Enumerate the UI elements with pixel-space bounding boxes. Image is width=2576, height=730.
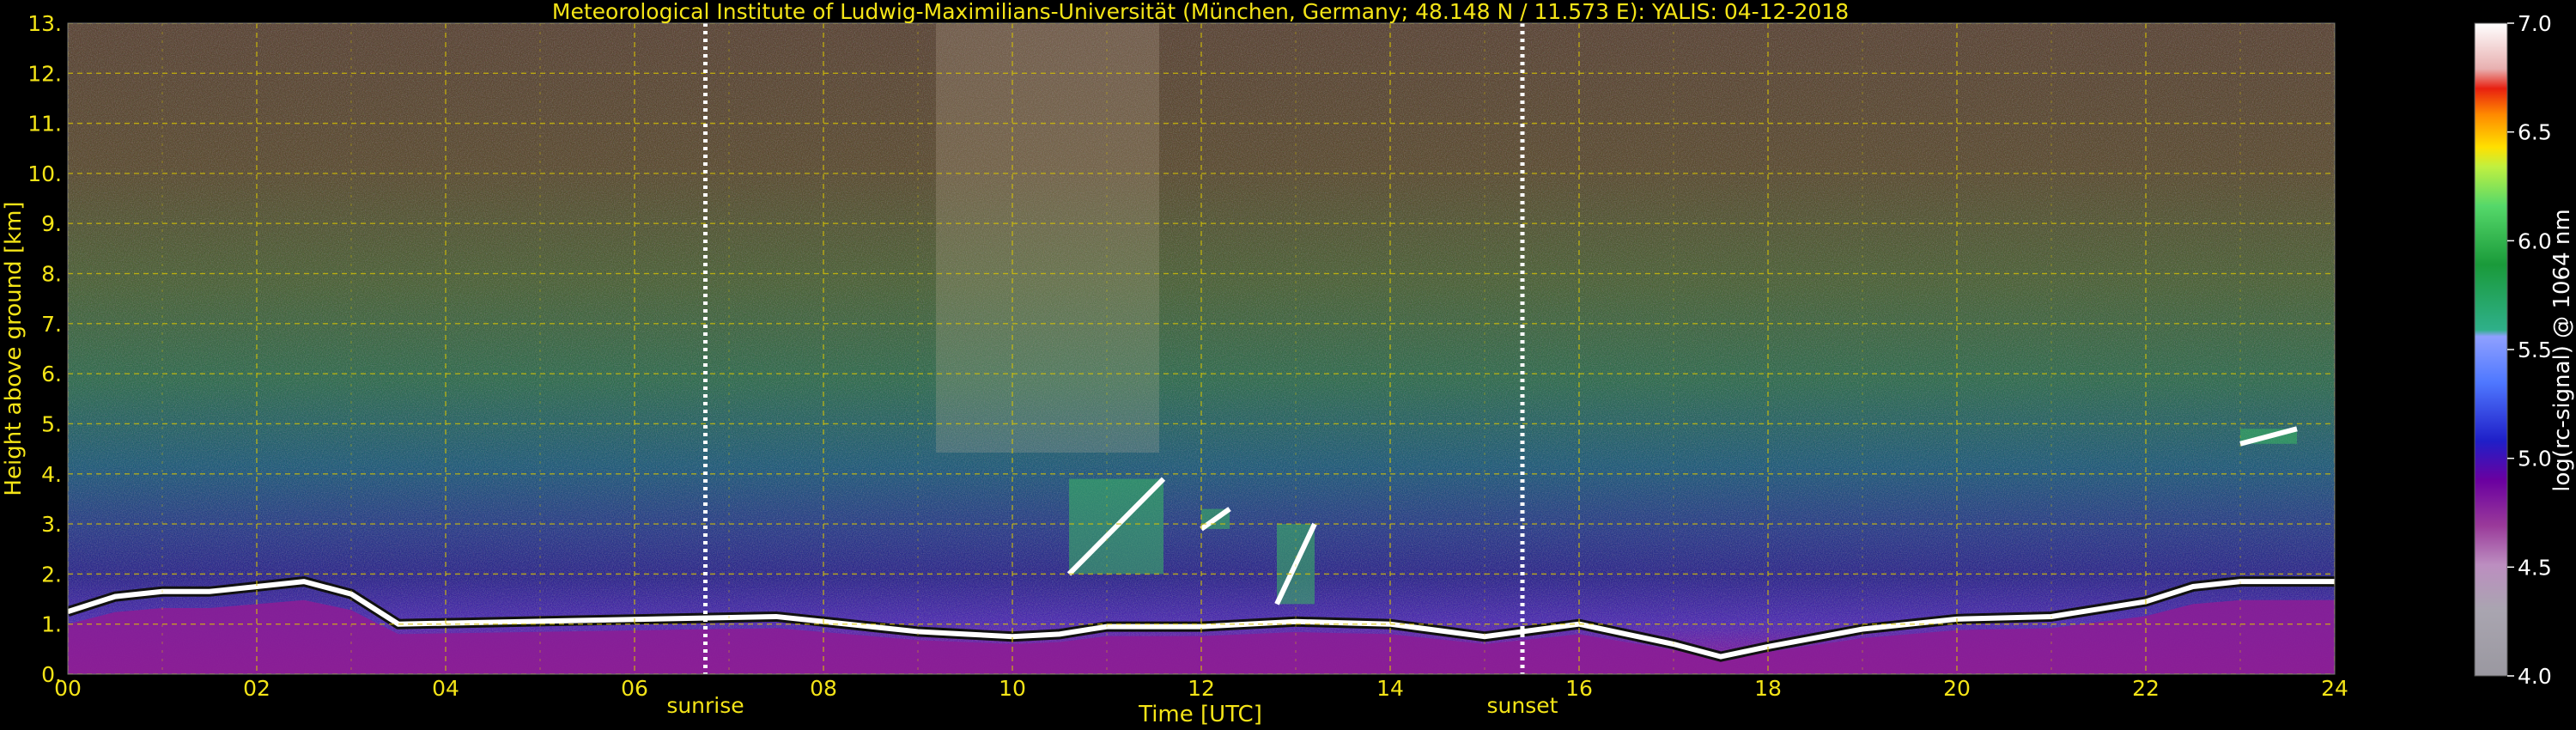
colorbar-tick-label: 7.0 bbox=[2518, 11, 2552, 36]
y-tick-label: 9. bbox=[41, 211, 62, 236]
colorbar-tick-label: 4.5 bbox=[2518, 555, 2552, 580]
colorbar-tick-label: 6.0 bbox=[2518, 228, 2552, 253]
x-tick-label: 24 bbox=[2321, 676, 2348, 701]
colorbar-tick-label: 5.0 bbox=[2518, 447, 2552, 471]
y-axis-label: Height above ground [km] bbox=[1, 201, 27, 496]
x-tick-labels: 00 02 04 06 08 10 12 14 16 18 20 22 24 bbox=[54, 676, 2348, 701]
colorbar-tick-label: 4.0 bbox=[2518, 664, 2552, 689]
x-tick-label: 18 bbox=[1754, 676, 1782, 701]
colorbar-label: log(rc-signal) @ 1064 nm bbox=[2549, 209, 2575, 491]
x-tick-label: 12 bbox=[1188, 676, 1215, 701]
y-tick-label: 7. bbox=[41, 312, 62, 337]
y-tick-label: 8. bbox=[41, 262, 62, 287]
colorbar-gradient bbox=[2475, 23, 2507, 676]
colorbar-tick-label: 6.5 bbox=[2518, 120, 2552, 145]
x-tick-label: 02 bbox=[243, 676, 270, 701]
x-tick-label: 22 bbox=[2132, 676, 2160, 701]
lidar-chart: Meteorological Institute of Ludwig-Maxim… bbox=[1, 0, 2575, 727]
x-tick-label: 08 bbox=[810, 676, 837, 701]
y-tick-label: 6. bbox=[41, 362, 62, 386]
y-tick-label: 1. bbox=[41, 612, 62, 637]
marker-labels: sunrise sunset bbox=[666, 693, 1558, 718]
x-tick-label: 16 bbox=[1565, 676, 1593, 701]
x-axis-label: Time [UTC] bbox=[1138, 702, 1262, 727]
colorbar-tick-label: 5.5 bbox=[2518, 338, 2552, 362]
y-tick-label: 2. bbox=[41, 562, 62, 587]
x-tick-label: 20 bbox=[1943, 676, 1971, 701]
y-tick-label: 5. bbox=[41, 411, 62, 436]
chart-title: Meteorological Institute of Ludwig-Maxim… bbox=[552, 0, 1849, 24]
colorbar: 4.0 4.5 5.0 5.5 6.0 6.5 7.0 log(rc-signal) @ 1… bbox=[2474, 11, 2575, 689]
y-tick-label: 0. bbox=[41, 662, 62, 687]
y-tick-label: 4. bbox=[41, 462, 62, 487]
y-tick-label: 12. bbox=[27, 61, 62, 86]
x-tick-label: 06 bbox=[621, 676, 648, 701]
y-tick-labels: 0. 1. 2. 3. 4. 5. 6. 7. 8. 9. 10. 11. 12. 13. bbox=[27, 11, 62, 687]
x-tick-label: 14 bbox=[1376, 676, 1404, 701]
sun-marker-label: sunrise bbox=[666, 693, 744, 718]
y-tick-label: 11. bbox=[27, 112, 62, 137]
colorbar-ticks: 4.0 4.5 5.0 5.5 6.0 6.5 7.0 bbox=[2507, 11, 2552, 689]
noon-bright-noise bbox=[936, 23, 1159, 453]
x-tick-label: 10 bbox=[999, 676, 1026, 701]
x-tick-label: 04 bbox=[432, 676, 459, 701]
y-tick-label: 10. bbox=[27, 161, 62, 186]
sun-marker-label: sunset bbox=[1487, 693, 1558, 718]
y-tick-label: 3. bbox=[41, 512, 62, 537]
plot-area bbox=[68, 23, 2335, 674]
y-tick-label: 13. bbox=[27, 11, 62, 36]
